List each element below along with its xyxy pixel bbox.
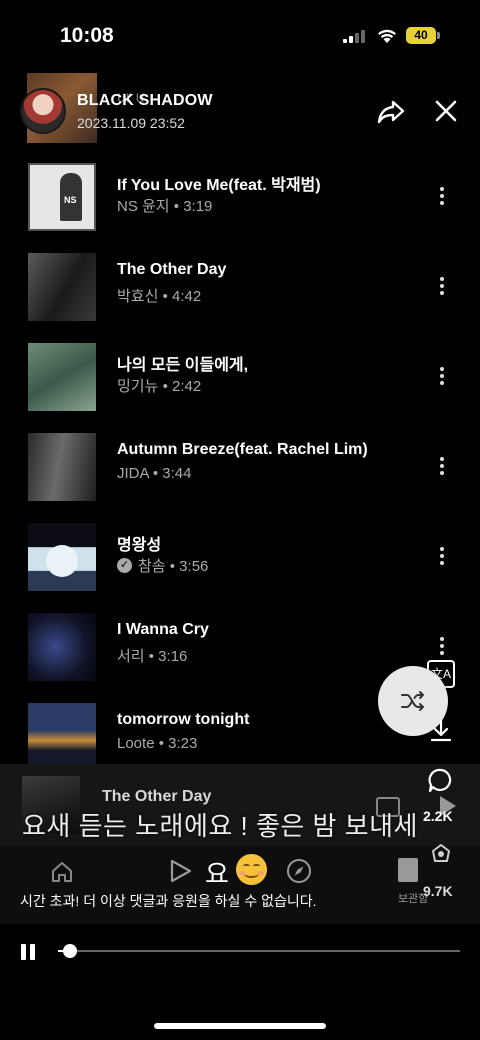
home-icon[interactable] (50, 860, 74, 884)
album-thumbnail (28, 523, 96, 591)
album-thumbnail (28, 703, 96, 771)
cellular-signal-icon (343, 30, 369, 43)
wifi-icon (378, 29, 396, 43)
comment-count: 2.2K (423, 808, 453, 824)
song-title: If You Love Me(feat. 박재범) (117, 177, 321, 194)
song-title: Autumn Breeze(feat. Rachel Lim) (117, 441, 368, 458)
album-thumbnail (28, 613, 96, 681)
song-artist-duration: 밍기뉴 • 2:42 (117, 378, 202, 395)
song-title: tomorrow tonight (117, 711, 250, 728)
song-artist-duration: 박효신 • 4:42 (117, 288, 202, 305)
song-meta: 박효신 • 4:42 (117, 285, 201, 306)
mini-player-title: The Other Day (102, 788, 212, 805)
song-row[interactable]: 명왕성 ✓ 참솜 • 3:56 (0, 523, 480, 613)
song-meta: ✓ 참솜 • 3:56 (117, 555, 208, 576)
bottom-navigation: 요 보관함 (0, 846, 480, 924)
smiling-face-icon (236, 854, 267, 885)
song-artist-duration: NS 윤지 • 3:19 (117, 198, 213, 215)
song-meta: Loote • 3:23 (117, 735, 197, 752)
album-thumbnail (28, 433, 96, 501)
song-title: 명왕성 (117, 537, 162, 554)
samples-play-icon[interactable] (168, 858, 194, 884)
status-bar: 10:08 40 (0, 0, 480, 70)
song-artist-duration: JIDA • 3:44 (117, 465, 192, 482)
song-meta: 서리 • 3:16 (117, 645, 187, 666)
share-icon[interactable] (376, 96, 406, 126)
channel-name[interactable]: BLACK SHADOW (77, 92, 213, 110)
channel-avatar[interactable] (20, 88, 66, 134)
explore-icon[interactable] (286, 858, 312, 884)
more-options-icon[interactable] (430, 635, 454, 659)
song-row[interactable]: The Other Day 박효신 • 4:42 (0, 253, 480, 343)
song-title: 나의 모든 이들에게, (117, 357, 249, 374)
song-artist-duration: Loote • 3:23 (117, 735, 198, 752)
verified-icon: ✓ (117, 558, 132, 573)
more-options-icon[interactable] (430, 185, 454, 209)
progress-knob[interactable] (63, 944, 78, 958)
remix-count: 9.7K (423, 883, 453, 899)
song-meta: 밍기뉴 • 2:42 (117, 375, 201, 396)
home-indicator (154, 1023, 326, 1029)
more-options-icon[interactable] (430, 545, 454, 569)
close-icon[interactable] (431, 96, 461, 126)
album-thumbnail (28, 253, 96, 321)
song-meta: NS 윤지 • 3:19 (117, 195, 212, 216)
more-options-icon[interactable] (430, 455, 454, 479)
song-row[interactable]: 나의 모든 이들에게, 밍기뉴 • 2:42 (0, 343, 480, 433)
comment-icon[interactable] (427, 766, 455, 794)
status-time: 10:08 (60, 24, 114, 47)
song-artist-duration: 참솜 • 3:56 (138, 558, 209, 575)
more-options-icon[interactable] (430, 275, 454, 299)
library-icon[interactable] (398, 858, 418, 882)
song-title: The Other Day (117, 261, 227, 278)
shuffle-icon (401, 691, 424, 711)
song-meta: JIDA • 3:44 (117, 465, 191, 482)
remix-icon[interactable] (427, 841, 455, 869)
comment-fragment: 요 (205, 859, 229, 889)
timeout-message: 시간 초과! 더 이상 댓글과 응원을 하실 수 없습니다. (20, 893, 317, 909)
song-artist-duration: 서리 • 3:16 (117, 648, 188, 665)
song-row[interactable]: Autumn Breeze(feat. Rachel Lim) JIDA • 3… (0, 433, 480, 523)
comment-text: 요새 듣는 노래에요 ! 좋은 밤 보내세 (22, 811, 418, 841)
post-header: ur u BLACK SHADOW 2023.11.09 23:52 (0, 70, 480, 150)
song-row[interactable]: NS If You Love Me(feat. 박재범) NS 윤지 • 3:1… (0, 163, 480, 253)
pause-button[interactable] (18, 942, 38, 962)
battery-icon: 40 (406, 27, 436, 44)
download-icon[interactable] (428, 718, 454, 744)
album-thumbnail: NS (28, 163, 96, 231)
song-title: I Wanna Cry (117, 621, 209, 638)
progress-bar[interactable] (58, 944, 460, 958)
battery-tip (437, 32, 440, 39)
more-options-icon[interactable] (430, 365, 454, 389)
album-thumbnail (28, 343, 96, 411)
post-timestamp: 2023.11.09 23:52 (77, 115, 185, 131)
